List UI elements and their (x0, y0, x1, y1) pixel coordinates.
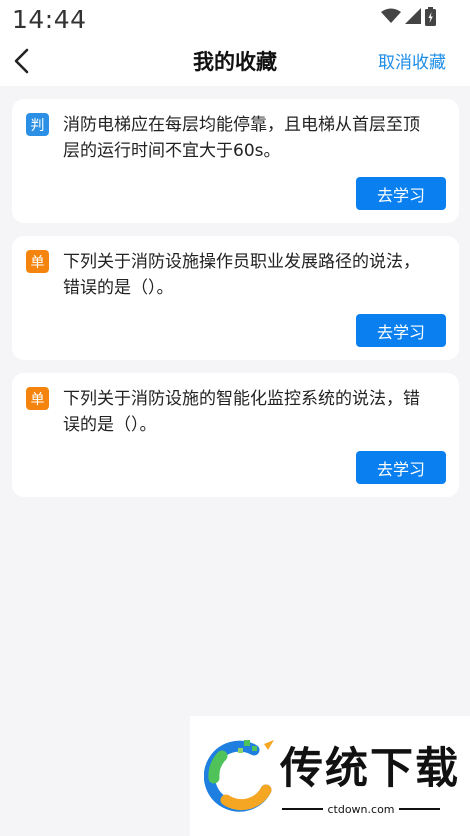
status-icons (381, 6, 436, 26)
watermark: 传统下载 ctdown.com (190, 716, 470, 836)
question-type-badge: 单 (26, 387, 49, 410)
divider-line (282, 808, 324, 810)
question-type-badge: 判 (26, 113, 49, 136)
question-type-badge: 单 (26, 250, 49, 273)
brand-logo-icon (204, 740, 274, 812)
header: 我的收藏 取消收藏 (0, 38, 470, 86)
divider-line (398, 808, 440, 810)
question-card: 单 下列关于消防设施操作员职业发展路径的说法， 错误的是（）。 去学习 (12, 236, 459, 360)
study-button[interactable]: 去学习 (356, 177, 446, 210)
status-time: 14:44 (12, 5, 87, 34)
watermark-url: ctdown.com (327, 802, 395, 816)
question-card: 单 下列关于消防设施的智能化监控系统的说法，错 误的是（）。 去学习 (12, 373, 459, 497)
status-bar: 14:44 (0, 0, 470, 38)
wifi-icon (381, 8, 401, 23)
favorites-list: 判 消防电梯应在每层均能停靠，且电梯从首层至顶 层的运行时间不宜大于60s。 去… (12, 99, 459, 510)
cancel-favorites-button[interactable]: 取消收藏 (378, 48, 446, 73)
watermark-brand: 传统下载 (280, 744, 460, 794)
study-button[interactable]: 去学习 (356, 451, 446, 484)
question-text: 消防电梯应在每层均能停靠，且电梯从首层至顶 层的运行时间不宜大于60s。 (63, 115, 420, 161)
question-text: 下列关于消防设施操作员职业发展路径的说法， 错误的是（）。 (63, 252, 420, 298)
watermark-url-row: ctdown.com (282, 800, 440, 818)
cellular-signal-icon (405, 8, 421, 24)
question-card: 判 消防电梯应在每层均能停靠，且电梯从首层至顶 层的运行时间不宜大于60s。 去… (12, 99, 459, 223)
battery-icon (425, 6, 436, 26)
study-button[interactable]: 去学习 (356, 314, 446, 347)
question-text: 下列关于消防设施的智能化监控系统的说法，错 误的是（）。 (63, 389, 420, 435)
